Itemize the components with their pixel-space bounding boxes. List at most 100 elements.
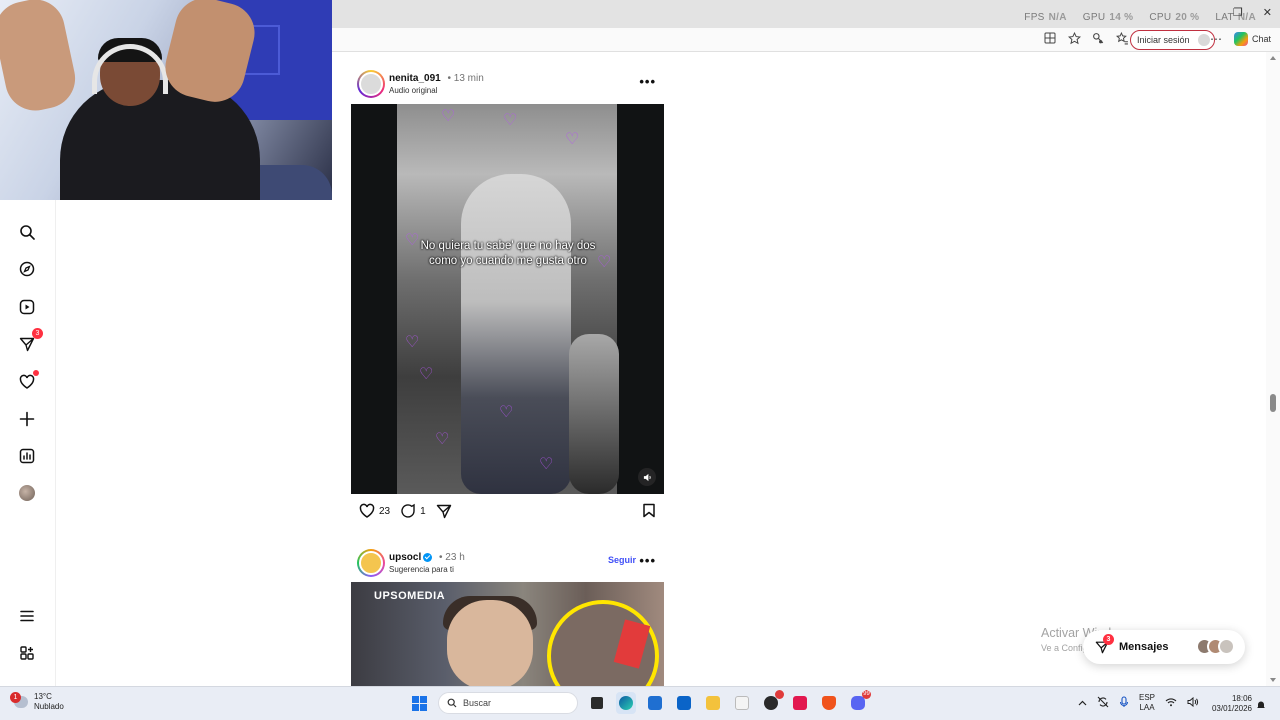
system-clock[interactable]: 18:06 03/01/2026 (1208, 694, 1252, 714)
more-options-icon[interactable]: ⋯ (1210, 32, 1222, 46)
taskbar-search[interactable]: Buscar (438, 692, 578, 714)
windows-logo-icon (411, 695, 427, 711)
instagram-sidebar: 3 (0, 200, 56, 686)
obs-icon[interactable] (761, 690, 784, 714)
system-tray: ESP LAA (1078, 693, 1199, 713)
menu-hamburger-icon[interactable] (17, 606, 37, 626)
post-time: 23 h (445, 552, 465, 563)
sign-in-button[interactable]: Iniciar sesión (1130, 30, 1215, 50)
cloud-icon: 1 (10, 692, 28, 708)
profile-avatar (19, 485, 35, 501)
search-icon[interactable] (17, 222, 37, 242)
comment-icon (401, 503, 415, 518)
show-hidden-icons-chevron-icon[interactable] (1078, 699, 1087, 708)
post-author: upsocl • 23 h (389, 552, 465, 563)
favorites-list-icon[interactable] (1115, 31, 1129, 45)
messages-badge: 3 (32, 328, 43, 339)
also-from-meta-icon[interactable] (17, 643, 37, 663)
language-indicator[interactable]: ESP LAA (1139, 693, 1155, 713)
weather-widget[interactable]: 1 13°C Nublado (10, 692, 64, 712)
scrollbar-thumb[interactable] (1270, 394, 1276, 412)
notifications-dot (33, 370, 39, 376)
weather-condition: Nublado (34, 702, 64, 711)
app-available-icon[interactable] (1043, 31, 1057, 45)
notification-bell-icon[interactable] (1256, 697, 1266, 708)
video-caption: No quiera tu sabe' que no hay dos como y… (420, 240, 596, 267)
post-actions: 23 1 (351, 494, 664, 528)
search-icon (447, 698, 457, 708)
heart-sticker-icon: ♡ (419, 366, 434, 383)
post-author-avatar[interactable] (357, 70, 385, 98)
comment-action[interactable]: 1 (400, 503, 426, 519)
messages-label: Mensajes (1119, 641, 1169, 653)
close-window-icon[interactable]: ✕ (1263, 6, 1272, 19)
reels-icon[interactable] (17, 297, 37, 317)
post-author-avatar[interactable] (357, 549, 385, 577)
heart-sticker-icon: ♡ (405, 334, 420, 351)
microphone-icon[interactable] (1119, 696, 1129, 710)
messages-icon: 3 (1095, 634, 1114, 654)
outlook-icon[interactable] (674, 692, 694, 714)
notepad-icon[interactable] (732, 692, 752, 714)
messages-pill-badge: 3 (1103, 634, 1114, 645)
post-username[interactable]: nenita_091 (389, 73, 441, 84)
restore-window-icon[interactable]: ❐ (1233, 6, 1243, 19)
dashboard-icon[interactable] (17, 446, 37, 466)
copilot-icon (1234, 32, 1248, 46)
heart-sticker-icon: ♡ (499, 404, 514, 421)
post-author: nenita_091 • 13 min (389, 73, 484, 84)
copilot-label: Chat (1252, 34, 1272, 44)
post-options-icon[interactable]: ••• (639, 553, 656, 568)
create-plus-icon[interactable] (17, 409, 37, 429)
heart-sticker-icon: ♡ (435, 431, 450, 448)
share-icon[interactable] (436, 503, 452, 519)
task-view-icon[interactable] (587, 692, 607, 714)
wifi-icon[interactable] (1165, 697, 1177, 709)
post-header: nenita_091 • 13 min Audio original ••• (351, 70, 664, 100)
post-suggestion-label: Sugerencia para ti (389, 565, 454, 574)
keyboard-layout: LAA (1139, 703, 1155, 712)
file-explorer-icon[interactable] (703, 692, 723, 714)
scroll-up-arrow-icon[interactable] (1270, 56, 1276, 60)
extensions-icon[interactable] (1091, 31, 1105, 45)
post-image[interactable]: UPSOMEDIA (351, 582, 664, 686)
store-icon[interactable] (645, 692, 665, 714)
post-video[interactable]: ♡ ♡ ♡ ♡ ♡ ♡ ♡ ♡ ♡ ♡ No quiera tu sabe' q… (351, 104, 664, 494)
favorite-star-icon[interactable] (1067, 31, 1081, 45)
post-options-icon[interactable]: ••• (639, 74, 656, 89)
post-username[interactable]: upsocl (389, 552, 421, 563)
discord-badge: 99 (862, 690, 871, 699)
tiktok-icon[interactable] (790, 692, 810, 714)
feed-post: nenita_091 • 13 min Audio original ••• ♡… (351, 70, 664, 528)
verified-badge-icon (423, 552, 433, 562)
like-count: 23 (379, 505, 391, 517)
windows-taskbar: 1 13°C Nublado Buscar 99 ESP LAA 18:06 0… (0, 686, 1280, 720)
heart-sticker-icon: ♡ (539, 456, 554, 473)
comment-count: 1 (420, 505, 426, 517)
page-scrollbar[interactable] (1266, 52, 1280, 686)
notifications-heart-icon[interactable] (17, 370, 39, 392)
window-controls: ❐ ✕ (1233, 6, 1272, 19)
profile-nav-item[interactable] (17, 483, 37, 503)
search-placeholder: Buscar (463, 698, 492, 708)
save-bookmark-icon[interactable] (642, 503, 656, 521)
mute-toggle-icon[interactable] (638, 468, 656, 486)
heart-sticker-icon: ♡ (441, 108, 456, 125)
edge-browser-icon[interactable] (616, 692, 636, 714)
messages-nav-icon[interactable]: 3 (17, 328, 43, 354)
brave-browser-icon[interactable] (819, 692, 839, 714)
like-action[interactable]: 23 (359, 503, 390, 519)
webcam-overlay (0, 0, 332, 200)
like-heart-icon (359, 503, 375, 518)
start-button[interactable] (409, 692, 429, 714)
sync-off-icon[interactable] (1097, 696, 1109, 710)
discord-icon[interactable]: 99 (848, 690, 871, 714)
follow-button[interactable]: Seguir (608, 555, 636, 565)
volume-icon[interactable] (1187, 696, 1199, 709)
messages-pill-button[interactable]: 3 Mensajes (1083, 630, 1245, 664)
explore-compass-icon[interactable] (17, 259, 37, 279)
scroll-down-arrow-icon[interactable] (1270, 678, 1276, 682)
post-audio-label[interactable]: Audio original (389, 86, 437, 95)
copilot-chat-button[interactable]: Chat (1234, 32, 1271, 46)
temperature: 13°C (34, 692, 52, 701)
